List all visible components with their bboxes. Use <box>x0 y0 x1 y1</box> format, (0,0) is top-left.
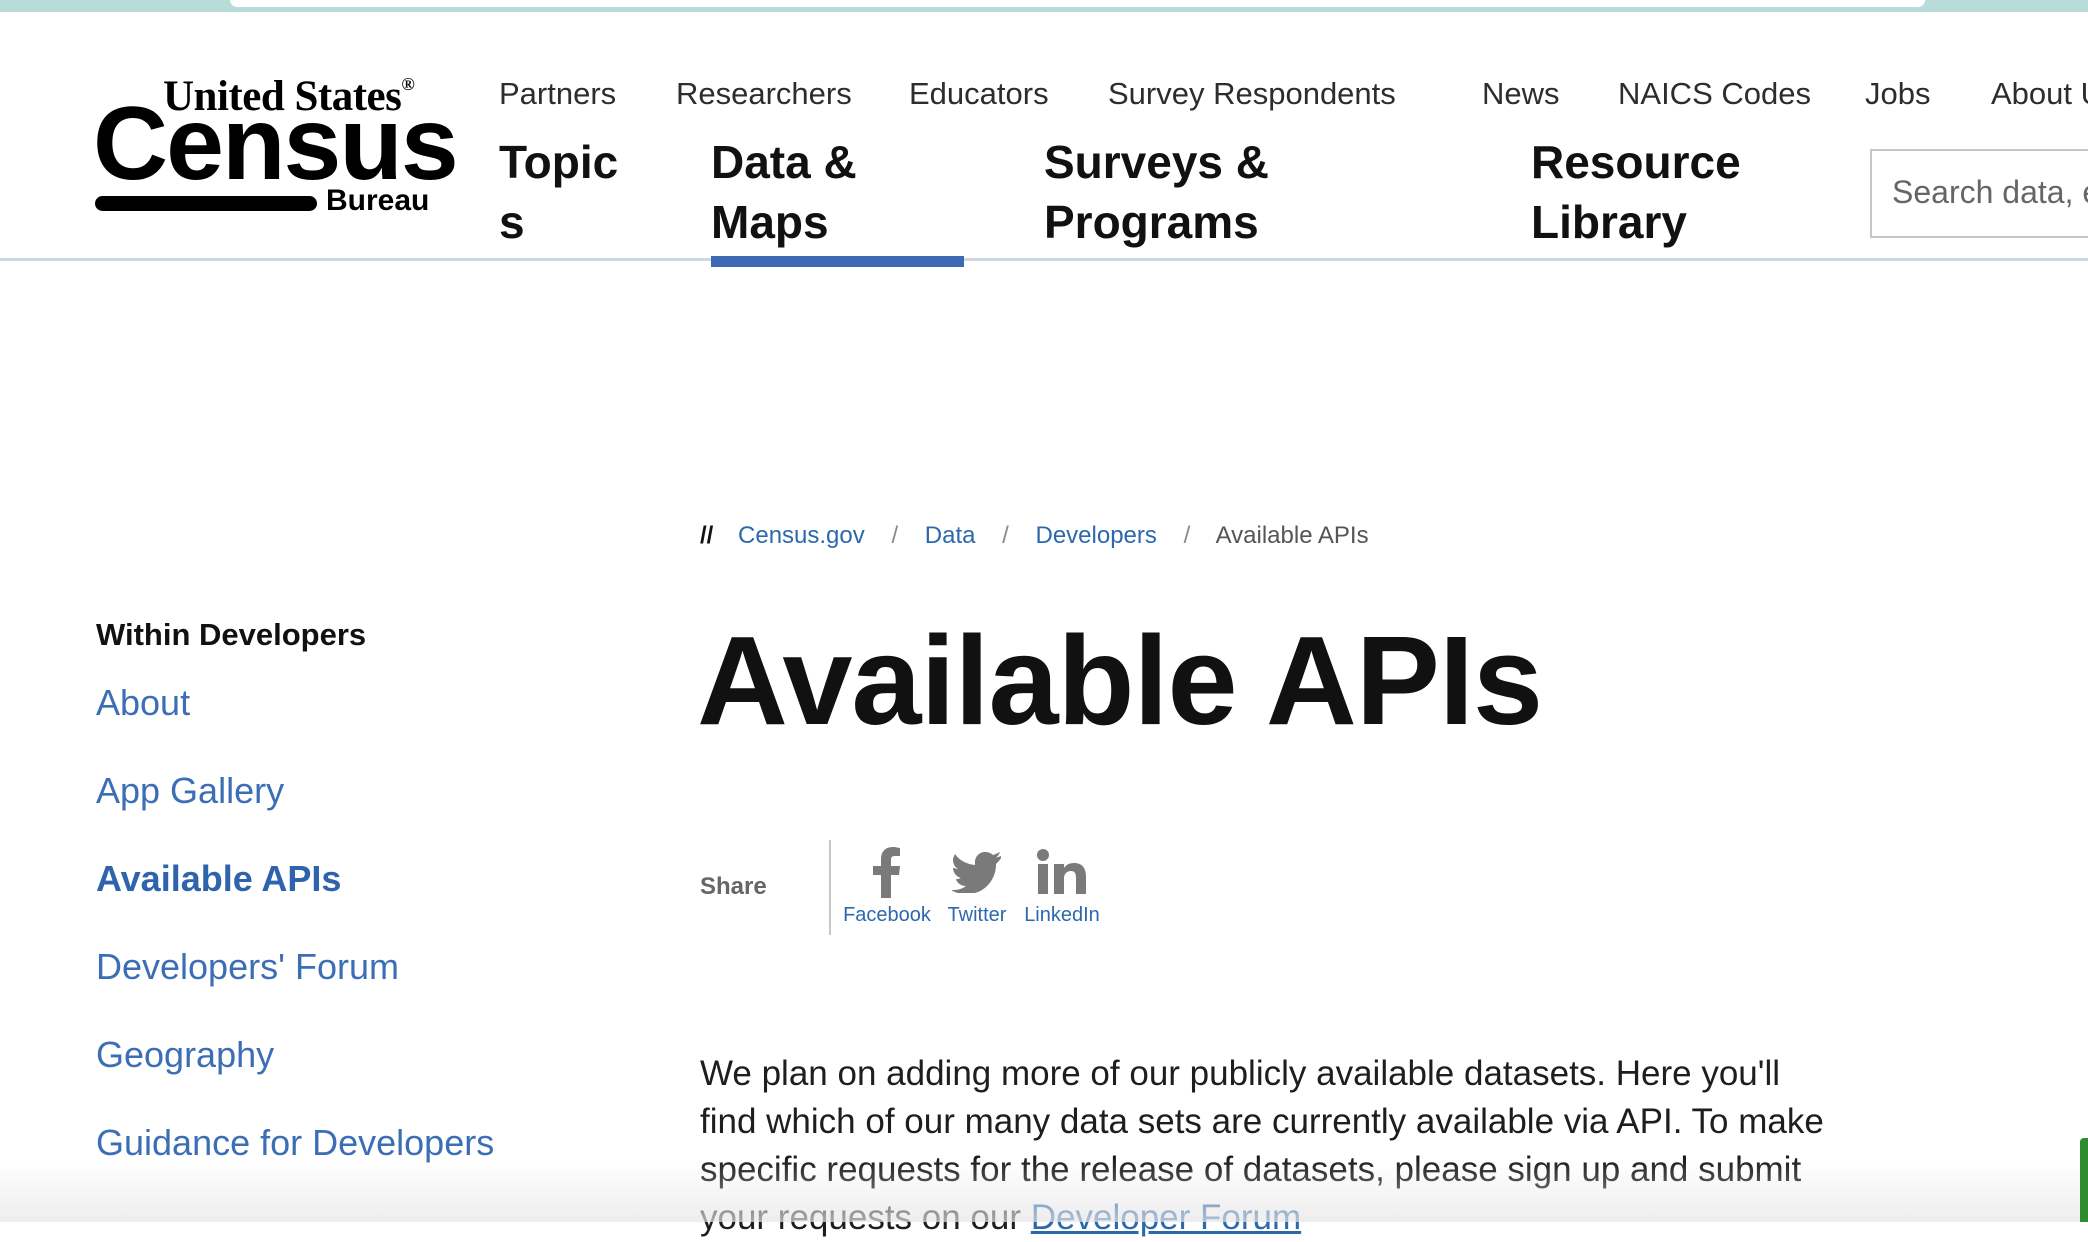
browser-top-strip <box>0 0 2088 12</box>
share-label: Share <box>700 873 767 900</box>
sidebar: Within Developers About App Gallery Avai… <box>96 617 494 1209</box>
util-nav-partners[interactable]: Partners <box>499 76 616 112</box>
breadcrumb-current: Available APIs <box>1215 522 1369 549</box>
logo-bar <box>95 196 317 211</box>
search-box <box>1870 149 2088 238</box>
util-nav-educators[interactable]: Educators <box>909 76 1049 112</box>
search-input[interactable] <box>1872 151 2088 234</box>
main-nav-resource-library[interactable]: Resource Library <box>1531 132 1741 252</box>
main-nav-topics-line2: s <box>499 196 525 248</box>
census-logo[interactable]: United States® Census Bureau <box>93 72 459 217</box>
browser-tab[interactable] <box>230 0 1925 7</box>
main-nav-resource-line1: Resource <box>1531 136 1741 188</box>
main-nav-topics-line1: Topic <box>499 136 619 188</box>
sidebar-item-guidance[interactable]: Guidance for Developers <box>96 1121 494 1209</box>
main-nav-data-maps-line1: Data & <box>711 136 857 188</box>
share-facebook-label: Facebook <box>843 904 931 926</box>
sidebar-item-available-apis[interactable]: Available APIs <box>96 857 494 945</box>
breadcrumb-data[interactable]: Data <box>925 522 976 549</box>
facebook-icon <box>842 842 932 902</box>
main-nav-surveys-line2: Programs <box>1044 196 1259 248</box>
util-nav-naics-codes[interactable]: NAICS Codes <box>1618 76 1811 112</box>
sidebar-item-about[interactable]: About <box>96 681 494 769</box>
intro-paragraph: We plan on adding more of our publicly a… <box>700 1050 1830 1242</box>
main-nav-data-maps[interactable]: Data & Maps <box>711 132 857 252</box>
twitter-icon <box>942 842 1012 902</box>
breadcrumb-separator: / <box>891 522 899 549</box>
developer-forum-link[interactable]: Developer Forum <box>1031 1198 1301 1237</box>
active-nav-indicator <box>711 256 964 267</box>
linkedin-icon <box>1022 842 1102 902</box>
share-linkedin-label: LinkedIn <box>1024 904 1100 926</box>
breadcrumb-separator: / <box>1002 522 1009 549</box>
breadcrumb-census-gov[interactable]: Census.gov <box>738 522 865 549</box>
util-nav-jobs[interactable]: Jobs <box>1865 76 1930 112</box>
share-divider <box>829 840 831 935</box>
main-nav-data-maps-line2: Maps <box>711 196 829 248</box>
sidebar-item-geography[interactable]: Geography <box>96 1033 494 1121</box>
main-nav-surveys-programs[interactable]: Surveys & Programs <box>1044 132 1269 252</box>
main-nav-topics[interactable]: Topic s <box>499 132 618 252</box>
share-twitter-button[interactable]: Twitter <box>942 842 1012 927</box>
util-nav-about[interactable]: About U <box>1991 76 2088 112</box>
sidebar-item-app-gallery[interactable]: App Gallery <box>96 769 494 857</box>
main-nav-resource-line2: Library <box>1531 196 1687 248</box>
breadcrumb-developers[interactable]: Developers <box>1036 522 1157 549</box>
breadcrumb-prefix: // <box>700 522 714 549</box>
page-title: Available APIs <box>697 610 1543 751</box>
breadcrumb-separator: / <box>1183 522 1191 549</box>
util-nav-survey-respondents[interactable]: Survey Respondents <box>1108 76 1396 112</box>
logo-line-bureau: Bureau <box>326 184 430 217</box>
sidebar-item-developers-forum[interactable]: Developers' Forum <box>96 945 494 1033</box>
share-facebook-button[interactable]: Facebook <box>842 842 932 927</box>
corner-widget-edge[interactable] <box>2080 1138 2088 1222</box>
util-nav-news[interactable]: News <box>1482 76 1560 112</box>
logo-line-census: Census <box>93 86 459 202</box>
share-linkedin-button[interactable]: LinkedIn <box>1022 842 1102 927</box>
share-twitter-label: Twitter <box>947 904 1007 926</box>
util-nav-researchers[interactable]: Researchers <box>676 76 852 112</box>
breadcrumb: // Census.gov / Data / Developers / Avai… <box>700 522 1369 550</box>
main-nav-surveys-line1: Surveys & <box>1044 136 1270 188</box>
site-header: United States® Census Bureau Partners Re… <box>0 12 2088 267</box>
sidebar-heading: Within Developers <box>96 617 367 652</box>
